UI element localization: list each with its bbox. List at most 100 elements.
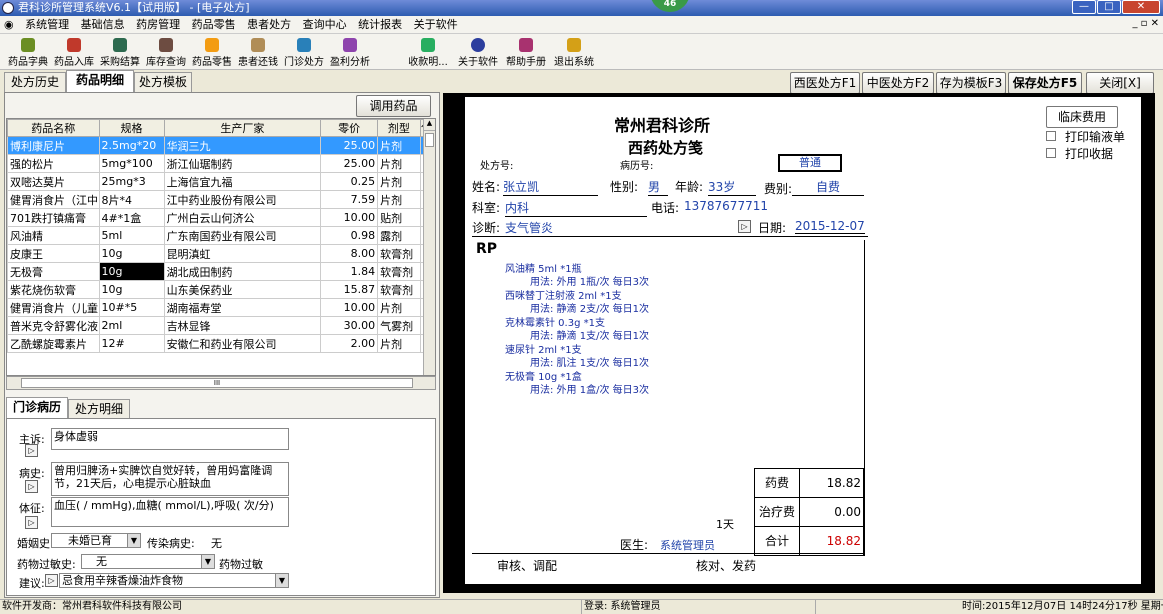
toolbar-button-purchase[interactable]: 采购结算 — [98, 36, 142, 68]
toolbar-button-inventory[interactable]: 库存查询 — [144, 36, 188, 68]
marital-select[interactable]: 未婚已育 ▼ — [51, 533, 141, 548]
inbox-icon — [67, 38, 81, 52]
table-cell: 8.00 — [320, 244, 379, 263]
toolbar: 药品字典 药品入库 采购结算 库存查询 药品零售 患者还钱 门诊处方 盈利分析 … — [0, 34, 1163, 70]
history-expand-button[interactable]: ▷ — [25, 480, 38, 493]
dropdown-arrow-icon[interactable]: ▼ — [201, 555, 214, 568]
table-row[interactable]: 博利康尼片 2.5mg*20 华润三九 25.00 片剂 — [7, 136, 434, 155]
allergy-select[interactable]: 无 ▼ — [81, 554, 215, 569]
table-row[interactable]: 强的松片 5mg*100 浙江仙琚制药 25.00 片剂 — [7, 154, 434, 173]
table-row[interactable]: 无极膏 10g 湖北成田制药 1.84 软膏剂 — [7, 262, 434, 281]
history-field[interactable]: 曾用归脾汤+实脾饮自觉好转，曾用妈富隆调节，21天后，心电提示心脏缺血 — [51, 462, 289, 496]
table-cell: 25mg*3 — [98, 172, 165, 191]
chinese-rx-button[interactable]: 中医处方F2 — [862, 72, 934, 94]
table-row[interactable]: 健胃消食片（江中 8片*4 江中药业股份有限公司 7.59 片剂 — [7, 190, 434, 209]
app-menu-icon[interactable]: ◉ — [0, 16, 18, 34]
scroll-thumb[interactable] — [425, 133, 434, 147]
menu-item-reports[interactable]: 统计报表 — [354, 16, 406, 34]
allergy-drug-label: 药物过敏 — [219, 558, 263, 571]
call-drug-button[interactable]: 调用药品 — [356, 95, 431, 117]
exam-field[interactable]: 血压( / mmHg),血糖( mmol/L),呼吸( 次/分) — [51, 497, 289, 527]
dept-value: 内科 — [505, 199, 647, 217]
column-header[interactable]: 药品名称 — [7, 119, 100, 137]
toolbar-button-stock-in[interactable]: 药品入库 — [52, 36, 96, 68]
table-row[interactable]: 风油精 5ml 广东南国药业有限公司 0.98 露剂 — [7, 226, 434, 245]
column-header[interactable]: 规格 — [98, 119, 165, 137]
minimize-button[interactable]: — — [1072, 0, 1096, 14]
table-row[interactable]: 普米克令舒雾化液 2ml 吉林显锋 30.00 气雾剂 — [7, 316, 434, 335]
table-row[interactable]: 紫花烧伤软膏 10g 山东美保药业 15.87 软膏剂 — [7, 280, 434, 299]
tab-outpatient-record[interactable]: 门诊病历 — [6, 397, 68, 419]
dropdown-arrow-icon[interactable]: ▼ — [127, 534, 140, 547]
print-receipt-checkbox[interactable] — [1046, 148, 1056, 158]
table-row[interactable]: 双嘧达莫片 25mg*3 上海信宜九福 0.25 片剂 — [7, 172, 434, 191]
toolbar-button-about[interactable]: 关于软件 — [456, 36, 500, 68]
column-header[interactable]: 零价 — [320, 119, 379, 137]
complaint-field[interactable]: 身体虚弱 — [51, 428, 289, 450]
table-cell: 无极膏 — [7, 262, 100, 281]
column-header[interactable]: 生产厂家 — [163, 119, 322, 137]
dropdown-arrow-icon[interactable]: ▼ — [275, 574, 288, 587]
close-button[interactable]: 关闭[X] — [1086, 72, 1154, 94]
menu-item-prescription[interactable]: 患者处方 — [243, 16, 295, 34]
clinic-fee-button[interactable]: 临床费用 — [1046, 106, 1118, 128]
toolbar-button-retail[interactable]: 药品零售 — [190, 36, 234, 68]
menu-item-about[interactable]: 关于软件 — [410, 16, 462, 34]
table-cell: 5mg*100 — [98, 154, 165, 173]
tab-rx-templates[interactable]: 处方模板 — [134, 72, 192, 92]
table-cell: 普米克令舒雾化液 — [7, 316, 100, 335]
table-cell: 8片*4 — [98, 190, 165, 209]
toolbar-button-manual[interactable]: 帮助手册 — [504, 36, 548, 68]
phone-value: 13787677711 — [684, 199, 768, 213]
horizontal-scrollbar[interactable]: III — [6, 376, 436, 390]
toolbar-button-repay[interactable]: 患者还钱 — [236, 36, 280, 68]
toolbar-button-profit[interactable]: 盈利分析 — [328, 36, 372, 68]
table-row[interactable]: 皮康王 10g 昆明滇虹 8.00 软膏剂 — [7, 244, 434, 263]
table-row[interactable]: 健胃消食片（儿童 10#*5 湖南福寿堂 10.00 片剂 — [7, 298, 434, 317]
toolbar-button-exit[interactable]: 退出系统 — [552, 36, 596, 68]
table-cell: 昆明滇虹 — [163, 244, 322, 263]
western-rx-button[interactable]: 西医处方F1 — [790, 72, 860, 94]
table-cell: 10g — [98, 262, 165, 281]
table-cell: 湖北成田制药 — [163, 262, 322, 281]
status-time: 时间:2015年12月07日 14时24分17秒 星期一 — [962, 601, 1163, 612]
close-window-button[interactable]: ✕ — [1122, 0, 1160, 14]
table-cell: 15.87 — [320, 280, 379, 299]
tab-rx-history[interactable]: 处方历史 — [4, 72, 66, 92]
fee-row-total: 合计 18.82 — [755, 527, 865, 556]
menu-item-basic-info[interactable]: 基础信息 — [77, 16, 129, 34]
advice-expand-button[interactable]: ▷ — [45, 574, 58, 587]
h-scroll-thumb[interactable]: III — [21, 378, 413, 388]
column-header[interactable]: 剂型 — [377, 119, 421, 137]
table-cell: 0.98 — [320, 226, 379, 245]
table-cell: 10g — [98, 280, 165, 299]
tab-drug-details[interactable]: 药品明细 — [66, 70, 134, 92]
print-infusion-checkbox[interactable] — [1046, 131, 1056, 141]
menu-item-query[interactable]: 查询中心 — [299, 16, 351, 34]
save-template-button[interactable]: 存为模板F3 — [936, 72, 1006, 94]
menu-item-pharmacy[interactable]: 药房管理 — [132, 16, 184, 34]
vertical-scrollbar[interactable]: ▲ — [423, 119, 435, 375]
table-cell: 片剂 — [377, 190, 421, 209]
menu-item-system[interactable]: 系统管理 — [21, 16, 73, 34]
table-cell: 双嘧达莫片 — [7, 172, 100, 191]
maximize-button[interactable]: □ — [1097, 0, 1121, 14]
scroll-up-arrow[interactable]: ▲ — [424, 119, 435, 131]
diagnosis-value[interactable]: 支气管炎 — [505, 219, 735, 237]
toolbar-button-outpatient-rx[interactable]: 门诊处方 — [282, 36, 326, 68]
tab-rx-details[interactable]: 处方明细 — [68, 399, 130, 419]
toolbar-button-drug-dictionary[interactable]: 药品字典 — [6, 36, 50, 68]
patient-age: 33岁 — [708, 178, 756, 196]
diagnosis-expand-button[interactable]: ▷ — [738, 220, 751, 233]
table-row[interactable]: 701跌打镇痛膏 4#*1盒 广州白云山何济公 10.00 贴剂 — [7, 208, 434, 227]
infectious-value[interactable]: 无 — [211, 535, 222, 551]
table-row[interactable]: 乙酰螺旋霉素片 12# 安徽仁和药业有限公司 2.00 片剂 — [7, 334, 434, 353]
mdi-controls[interactable]: _ ▫ ✕ — [1132, 18, 1159, 29]
advice-select[interactable]: 忌食用辛辣香燥油炸食物 ▼ — [59, 573, 289, 588]
header-divider — [472, 236, 868, 237]
toolbar-button-receipts[interactable]: 收款明... — [406, 36, 450, 68]
exam-expand-button[interactable]: ▷ — [25, 516, 38, 529]
menu-item-retail[interactable]: 药品零售 — [188, 16, 240, 34]
save-rx-button[interactable]: 保存处方F5 — [1008, 72, 1082, 94]
complaint-expand-button[interactable]: ▷ — [25, 444, 38, 457]
